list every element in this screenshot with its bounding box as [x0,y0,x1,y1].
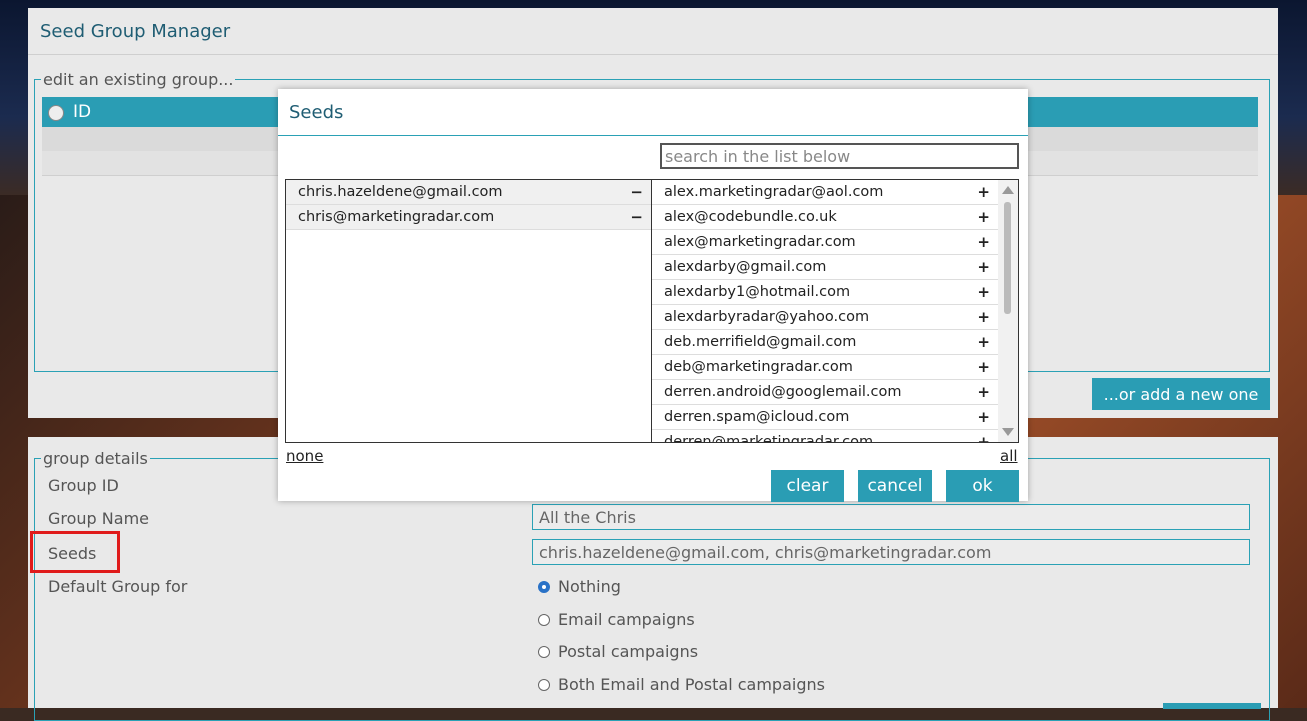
list-item[interactable]: derren.spam@icloud.com + [652,405,998,430]
seed-email: derren.android@googlemail.com [664,384,902,400]
edit-group-legend: edit an existing group... [43,70,234,89]
list-item[interactable]: alex.marketingradar@aol.com + [652,180,998,205]
list-item[interactable]: alexdarbyradar@yahoo.com + [652,305,998,330]
seed-email: derren.spam@icloud.com [664,409,850,425]
add-icon[interactable]: + [977,305,990,329]
group-name-label: Group Name [48,509,149,528]
list-item[interactable]: alex@codebundle.co.uk + [652,205,998,230]
default-option-label: Nothing [558,577,621,596]
select-none-link[interactable]: none [286,447,323,465]
seed-email: alex@codebundle.co.uk [664,209,837,225]
radio-both[interactable] [538,678,550,691]
seed-email: chris.hazeldene@gmail.com [298,184,503,200]
list-item[interactable]: alex@marketingradar.com + [652,230,998,255]
radio-email[interactable] [538,613,550,626]
scroll-up-arrow-icon[interactable] [1002,186,1014,194]
dialog-title-separator [278,135,1028,136]
add-icon[interactable]: + [977,330,990,354]
group-id-label: Group ID [48,476,119,495]
default-option-nothing[interactable]: Nothing [538,577,621,596]
app-title: Seed Group Manager [40,21,231,42]
select-all-link[interactable]: all [1000,447,1018,465]
cancel-button[interactable]: cancel [858,470,932,502]
radio-postal[interactable] [538,645,550,658]
remove-icon[interactable]: − [630,180,643,204]
add-icon[interactable]: + [977,205,990,229]
add-icon[interactable]: + [977,430,990,442]
list-item[interactable]: alexdarby1@hotmail.com + [652,280,998,305]
radio-nothing[interactable] [538,580,550,593]
list-item[interactable]: deb.merrifield@gmail.com + [652,330,998,355]
seed-email: deb@marketingradar.com [664,359,853,375]
scrollbar-thumb[interactable] [1004,202,1011,314]
default-group-label: Default Group for [48,577,188,596]
seed-email: alexdarbyradar@yahoo.com [664,309,870,325]
seed-email: alexdarby1@hotmail.com [664,284,851,300]
group-details-legend: group details [43,449,148,468]
seed-email: alex.marketingradar@aol.com [664,184,884,200]
seed-email: derren@marketingradar.com [664,434,874,442]
add-icon[interactable]: + [977,380,990,404]
seed-email: chris@marketingradar.com [298,209,495,225]
seed-email: alexdarby@gmail.com [664,259,827,275]
list-item[interactable]: chris@marketingradar.com − [286,205,651,230]
default-option-postal[interactable]: Postal campaigns [538,642,698,661]
title-separator [28,54,1278,55]
grid-column-id[interactable]: ID [73,102,91,122]
default-option-label: Email campaigns [558,610,695,629]
group-name-input[interactable] [532,504,1250,530]
seed-email: deb.merrifield@gmail.com [664,334,857,350]
save-button[interactable] [1163,703,1261,709]
clear-button[interactable]: clear [771,470,844,502]
list-item[interactable]: chris.hazeldene@gmail.com − [286,180,651,205]
list-item[interactable]: alexdarby@gmail.com + [652,255,998,280]
seeds-input[interactable] [532,539,1250,565]
default-option-both[interactable]: Both Email and Postal campaigns [538,675,825,694]
list-item[interactable]: derren@marketingradar.com + [652,430,998,442]
scroll-down-arrow-icon[interactable] [1002,428,1014,436]
list-scrollbar[interactable] [998,180,1018,442]
seed-search-input[interactable] [660,143,1019,169]
dialog-title: Seeds [289,102,344,123]
remove-icon[interactable]: − [630,205,643,229]
grid-select-all-radio[interactable] [48,105,64,121]
seeds-dialog: Seeds chris.hazeldene@gmail.com − chris@… [278,89,1028,502]
default-option-email[interactable]: Email campaigns [538,610,695,629]
list-item[interactable]: deb@marketingradar.com + [652,355,998,380]
default-option-label: Postal campaigns [558,642,699,661]
add-new-group-button[interactable]: ...or add a new one [1092,378,1270,410]
available-seeds-list: alex.marketingradar@aol.com + alex@codebu… [652,180,998,442]
highlight-box [30,531,120,573]
add-icon[interactable]: + [977,180,990,204]
ok-button[interactable]: ok [946,470,1019,502]
add-icon[interactable]: + [977,355,990,379]
add-icon[interactable]: + [977,280,990,304]
add-icon[interactable]: + [977,255,990,279]
selected-seeds-list: chris.hazeldene@gmail.com − chris@market… [286,180,651,442]
add-icon[interactable]: + [977,405,990,429]
list-item[interactable]: derren.android@googlemail.com + [652,380,998,405]
seed-email: alex@marketingradar.com [664,234,856,250]
seed-lists: chris.hazeldene@gmail.com − chris@market… [285,179,1019,443]
default-option-label: Both Email and Postal campaigns [558,675,825,694]
add-icon[interactable]: + [977,230,990,254]
